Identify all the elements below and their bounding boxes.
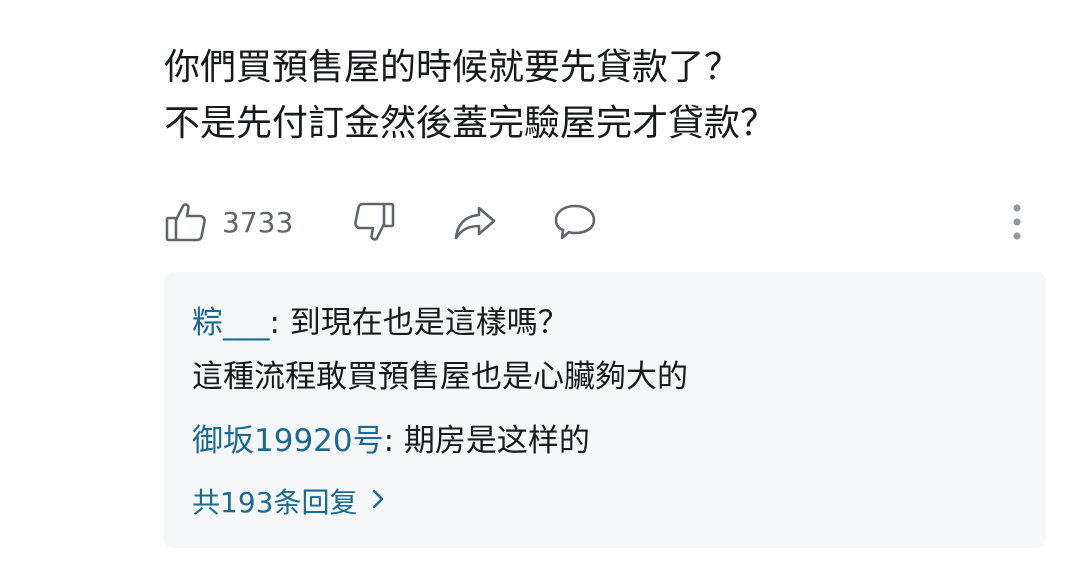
- comment-item: 你們買預售屋的時候就要先貸款了？ 不是先付訂金然後蓋完驗屋完才貸款？ 3733: [0, 0, 1080, 576]
- view-all-replies-link[interactable]: 共193条回复: [192, 476, 385, 526]
- chevron-right-icon: [357, 485, 385, 518]
- dislike-button[interactable]: [352, 194, 396, 250]
- comment-line: 你們買預售屋的時候就要先貸款了？: [164, 47, 741, 88]
- thumbs-up-icon: [164, 200, 208, 244]
- reply-author[interactable]: 粽___: [192, 305, 270, 341]
- more-vertical-icon: [1010, 202, 1024, 242]
- thumbs-down-icon: [352, 200, 396, 244]
- more-options-button[interactable]: [1010, 194, 1024, 250]
- reply-text: : 期房是这样的: [383, 423, 590, 459]
- comment-line: 不是先付訂金然後蓋完驗屋完才貸款？: [164, 103, 777, 144]
- reply-bubble-icon: [552, 200, 598, 244]
- more-replies-label: 共193条回复: [192, 486, 358, 519]
- share-button[interactable]: [452, 194, 498, 250]
- reply-item: 御坂19920号: 期房是这样的: [192, 416, 590, 466]
- share-icon: [452, 200, 498, 244]
- comment-action-bar: 3733: [164, 194, 1040, 250]
- reply-item: 粽___: 到現在也是這樣嗎？: [192, 298, 569, 348]
- comment-content: 你們買預售屋的時候就要先貸款了？ 不是先付訂金然後蓋完驗屋完才貸款？: [164, 40, 1024, 152]
- reply-text: : 到現在也是這樣嗎？: [269, 305, 569, 341]
- reply-preview-box[interactable]: 粽___: 到現在也是這樣嗎？ 這種流程敢買預售屋也是心臟夠大的 御坂19920…: [164, 272, 1046, 548]
- like-button[interactable]: 3733: [164, 194, 293, 250]
- reply-author[interactable]: 御坂19920号: [192, 423, 384, 459]
- reply-button[interactable]: [552, 194, 598, 250]
- reply-text-continuation: 這種流程敢買預售屋也是心臟夠大的: [192, 359, 688, 395]
- like-count: 3733: [222, 205, 294, 239]
